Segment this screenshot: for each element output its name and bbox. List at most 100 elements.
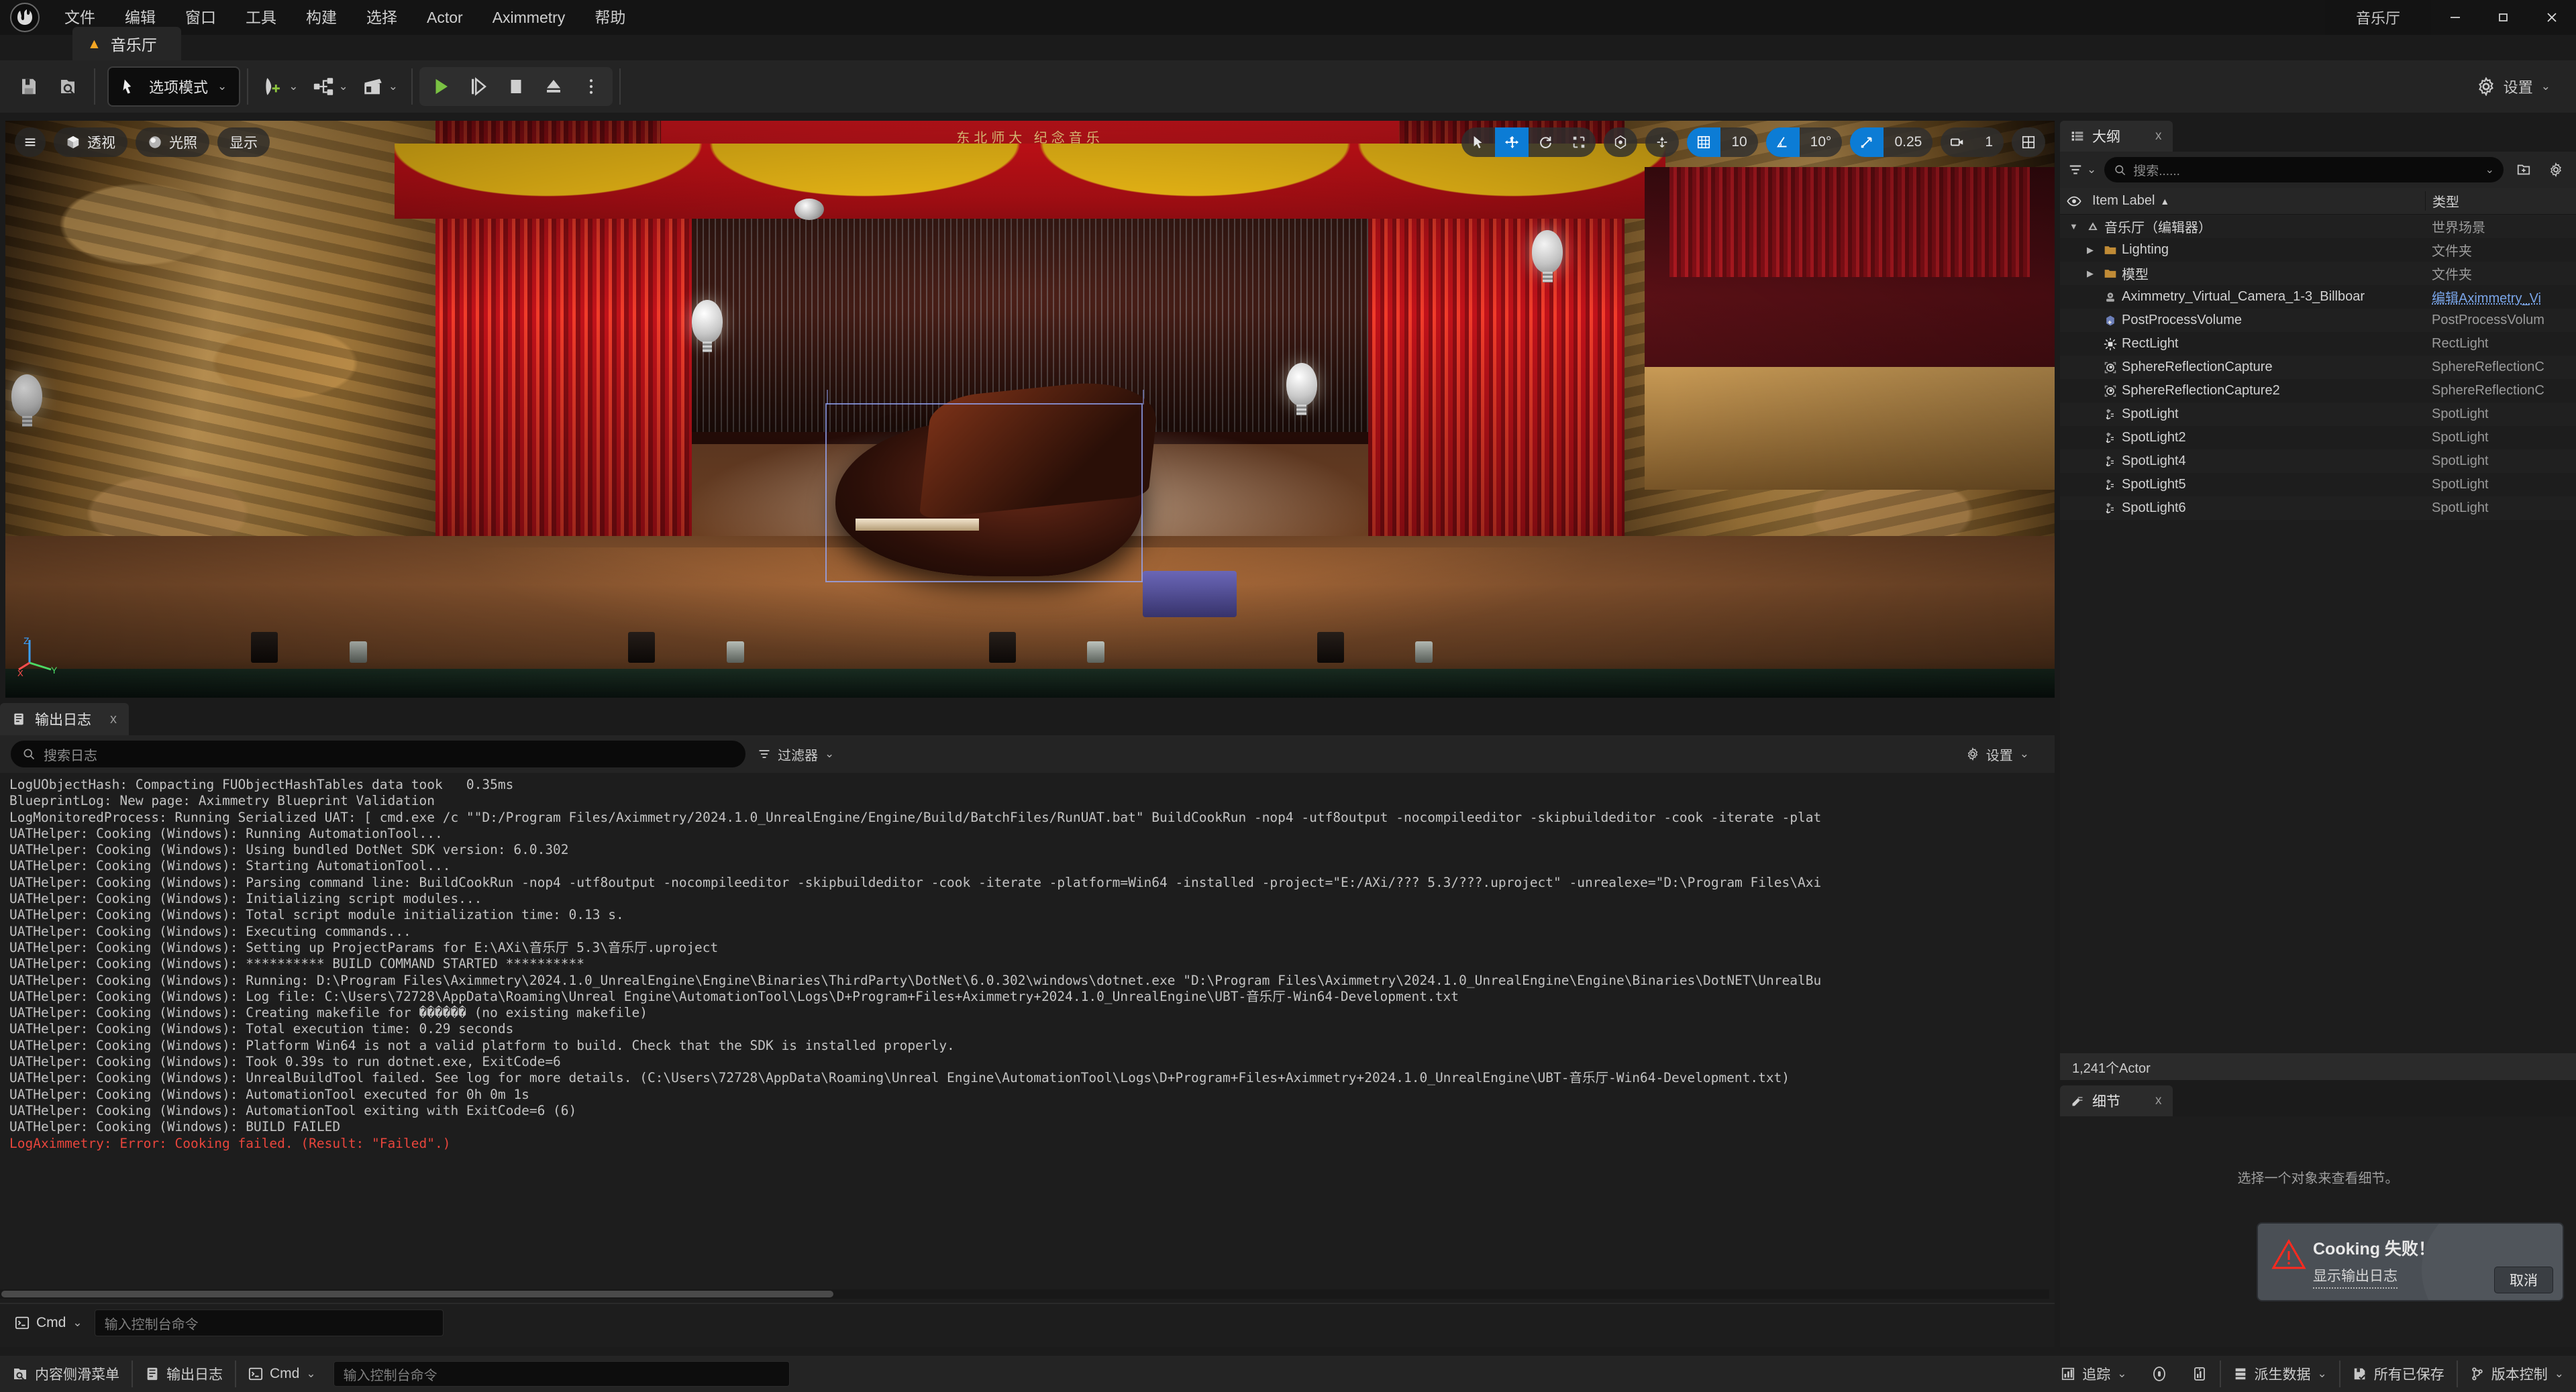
surface-snap-icon[interactable] — [1645, 127, 1679, 157]
outliner-row[interactable]: ▶ 模型 文件夹 — [2060, 262, 2576, 285]
grid-snap-value[interactable]: 10 — [1720, 127, 1757, 157]
outliner-row[interactable]: ▶ Lighting 文件夹 — [2060, 238, 2576, 262]
log-settings-button[interactable]: 设置 ⌄ — [1966, 745, 2044, 764]
camera-icon[interactable] — [1941, 127, 1974, 157]
source-control-button[interactable]: 版本控制 ⌄ — [2458, 1355, 2576, 1392]
skip-button[interactable] — [460, 69, 497, 104]
tab-level-music-hall[interactable]: ▲ 音乐厅 — [72, 27, 181, 60]
cinematics-button[interactable]: ⌄ — [355, 67, 405, 106]
outliner-settings-button[interactable] — [2544, 157, 2568, 182]
camera-speed-value[interactable]: 1 — [1974, 127, 2004, 157]
close-icon-outliner[interactable]: x — [2155, 129, 2162, 144]
outliner-row[interactable]: SpotLight6 SpotLight — [2060, 496, 2576, 520]
close-icon[interactable]: x — [110, 712, 117, 727]
notification-cancel-button[interactable]: 取消 — [2494, 1267, 2553, 1293]
column-item-label[interactable]: Item Label ▲ — [2088, 193, 2425, 209]
tab-details[interactable]: 细节 x — [2060, 1085, 2173, 1116]
stop-button[interactable] — [497, 69, 535, 104]
outliner-row[interactable]: RectLight RectLight — [2060, 332, 2576, 356]
menu-item-aximmetry[interactable]: Aximmetry — [478, 0, 580, 35]
derived-data-button[interactable]: 派生数据 ⌄ — [2221, 1355, 2339, 1392]
log-horizontal-scrollbar[interactable] — [0, 1289, 2049, 1299]
level-viewport[interactable]: 东北师大 纪念音乐 透视 光照 显示 10 10° 0.25 1 Z Y X — [5, 121, 2055, 698]
outliner-search-input[interactable]: 搜索...... ⌄ — [2104, 157, 2504, 182]
log-cmd-selector[interactable]: Cmd ⌄ — [9, 1315, 88, 1331]
scale-snap-icon[interactable] — [1850, 127, 1884, 157]
play-button[interactable] — [422, 69, 460, 104]
menu-item-help[interactable]: 帮助 — [580, 0, 640, 35]
status-output-log-button[interactable]: 输出日志 — [133, 1355, 235, 1392]
menu-item-tools[interactable]: 工具 — [231, 0, 291, 35]
outliner-row[interactable]: SpotLight SpotLight — [2060, 403, 2576, 426]
outliner-add-folder-button[interactable] — [2512, 157, 2536, 182]
expander-closed-icon[interactable]: ▶ — [2087, 268, 2099, 279]
outliner-row[interactable]: Aximmetry_Virtual_Camera_1-3_Billboar 编辑A… — [2060, 285, 2576, 309]
tab-outliner[interactable]: 大纲 x — [2060, 121, 2173, 152]
save-button[interactable] — [9, 67, 48, 106]
column-type[interactable]: 类型 — [2425, 191, 2576, 211]
notification-show-log-link[interactable]: 显示输出日志 — [2313, 1265, 2398, 1289]
trace-button[interactable]: 追踪 ⌄ — [2049, 1355, 2139, 1392]
log-search-input[interactable]: 搜索日志 — [11, 741, 745, 767]
outliner-row-type-link[interactable]: 编辑Aximmetry_Vi — [2425, 287, 2576, 307]
layout-grid-icon[interactable] — [2012, 127, 2045, 157]
minimize-button[interactable] — [2431, 0, 2479, 35]
scale-tool-icon[interactable] — [1562, 127, 1596, 157]
light-gizmo-3[interactable] — [1286, 363, 1317, 416]
grid-snap-icon[interactable] — [1687, 127, 1721, 157]
expander-closed-icon[interactable]: ▶ — [2087, 245, 2099, 256]
menu-item-actor[interactable]: Actor — [412, 0, 478, 35]
outliner-row[interactable]: SphereReflectionCapture SphereReflectionC — [2060, 356, 2576, 379]
viewport-menu-button[interactable] — [15, 127, 46, 157]
angle-snap-icon[interactable] — [1765, 127, 1800, 157]
light-gizmo-4[interactable] — [11, 374, 43, 427]
browse-content-button[interactable] — [48, 67, 87, 106]
performance-button[interactable] — [2139, 1355, 2179, 1392]
rotate-tool-icon[interactable] — [1529, 127, 1562, 157]
outliner-filter-button[interactable]: ⌄ — [2068, 162, 2096, 177]
move-tool-icon[interactable] — [1495, 127, 1529, 157]
play-options-button[interactable] — [572, 69, 610, 104]
editor-mode-selector[interactable]: 选项模式 ⌄ — [107, 66, 241, 107]
output-log-body[interactable]: LogUObjectHash: Compacting FUObjectHashT… — [0, 773, 2055, 1303]
scale-snap-value[interactable]: 0.25 — [1884, 127, 1933, 157]
eject-button[interactable] — [535, 69, 572, 104]
close-icon-details[interactable]: x — [2155, 1093, 2162, 1108]
outliner-row[interactable]: PostProcessVolume PostProcessVolum — [2060, 309, 2576, 332]
all-saved-button[interactable]: 所有已保存 — [2340, 1355, 2457, 1392]
viewport-layout-button[interactable] — [2012, 127, 2045, 157]
toolbar-settings-button[interactable]: 设置 ⌄ — [2470, 68, 2557, 105]
outliner-row[interactable]: SpotLight5 SpotLight — [2060, 473, 2576, 496]
tab-output-log[interactable]: 输出日志 x — [0, 703, 129, 735]
light-gizmo-1[interactable] — [1532, 230, 1563, 283]
maximize-button[interactable] — [2479, 0, 2528, 35]
menu-item-select[interactable]: 选择 — [352, 0, 412, 35]
close-button[interactable] — [2528, 0, 2576, 35]
viewport-show-button[interactable]: 显示 — [217, 127, 270, 157]
scrollbar-thumb[interactable] — [1, 1291, 833, 1297]
expander-open-icon[interactable]: ▼ — [2069, 221, 2081, 231]
stats-button[interactable] — [2179, 1355, 2220, 1392]
outliner-row[interactable]: SpotLight2 SpotLight — [2060, 426, 2576, 449]
status-cmd-selector[interactable]: Cmd ⌄ — [236, 1355, 328, 1392]
viewport-perspective-button[interactable]: 透视 — [54, 127, 127, 157]
surface-snap-button[interactable] — [1645, 127, 1680, 157]
outliner-row[interactable]: SpotLight4 SpotLight — [2060, 449, 2576, 473]
light-gizmo-2[interactable] — [692, 299, 723, 352]
status-console-input[interactable]: 输入控制台命令 — [333, 1361, 790, 1387]
outliner-row[interactable]: SphereReflectionCapture2 SphereReflection… — [2060, 379, 2576, 403]
outliner-row[interactable]: ▼ 音乐厅（编辑器） 世界场景 — [2060, 215, 2576, 238]
blueprints-button[interactable]: ⌄ — [305, 67, 355, 106]
viewport-lit-button[interactable]: 光照 — [136, 127, 209, 157]
content-drawer-button[interactable]: 内容侧滑菜单 — [0, 1355, 132, 1392]
select-tool-icon[interactable] — [1461, 127, 1495, 157]
angle-snap-value[interactable]: 10° — [1800, 127, 1843, 157]
log-filter-button[interactable]: 过滤器 ⌄ — [758, 745, 834, 764]
world-space-icon[interactable] — [1604, 127, 1637, 157]
log-console-input[interactable]: 输入控制台命令 — [94, 1309, 444, 1336]
add-actor-button[interactable]: ⌄ — [255, 67, 305, 106]
menu-item-build[interactable]: 构建 — [291, 0, 352, 35]
chevron-down-icon-olsearch[interactable]: ⌄ — [2485, 163, 2494, 176]
coordinate-space-button[interactable] — [1604, 127, 1638, 157]
reflection-capture-gizmo[interactable] — [794, 199, 824, 221]
